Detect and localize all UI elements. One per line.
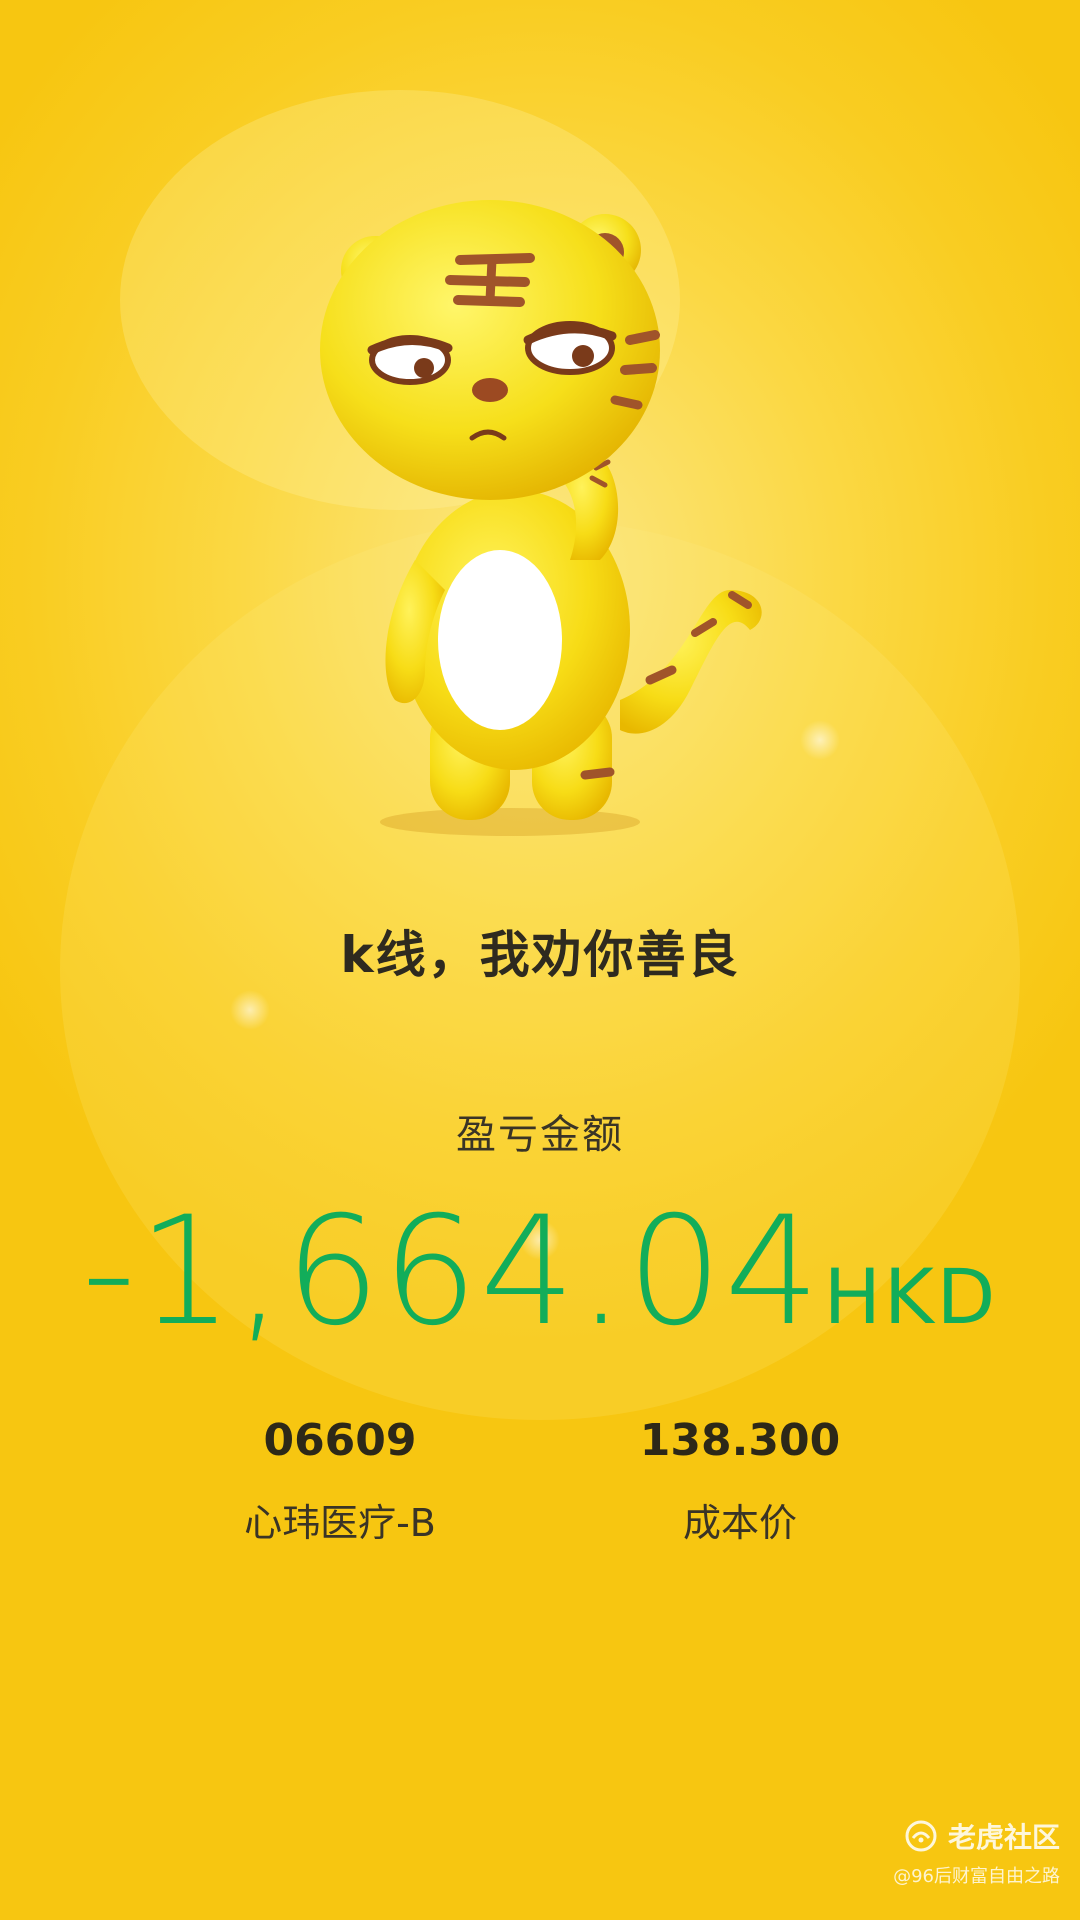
stock-info: 06609 心玮医疗-B	[160, 1415, 520, 1547]
sparkle-decoration	[230, 990, 270, 1030]
pnl-value: -1,664.04HKD	[0, 1185, 1080, 1359]
cost-price-label: 成本价	[682, 1501, 797, 1545]
pnl-currency: HKD	[823, 1252, 999, 1341]
pnl-label: 盈亏金额	[456, 1112, 624, 1158]
stock-name: 心玮医疗-B	[244, 1501, 436, 1545]
tiger-mascot-illustration	[320, 200, 762, 836]
tiger-logo-icon	[905, 1820, 937, 1852]
cost-price-value: 138.300	[639, 1415, 841, 1466]
stock-code: 06609	[263, 1415, 417, 1466]
cost-info: 138.300 成本价	[560, 1415, 920, 1547]
watermark-brand: 老虎社区	[947, 1821, 1060, 1854]
pnl-amount: -1,664.04	[81, 1185, 822, 1359]
watermark-handle: @96后财富自由之路	[893, 1866, 1060, 1887]
watermark: 老虎社区 @96后财富自由之路	[893, 1816, 1060, 1888]
slogan-text: k线，我劝你善良	[340, 926, 740, 984]
